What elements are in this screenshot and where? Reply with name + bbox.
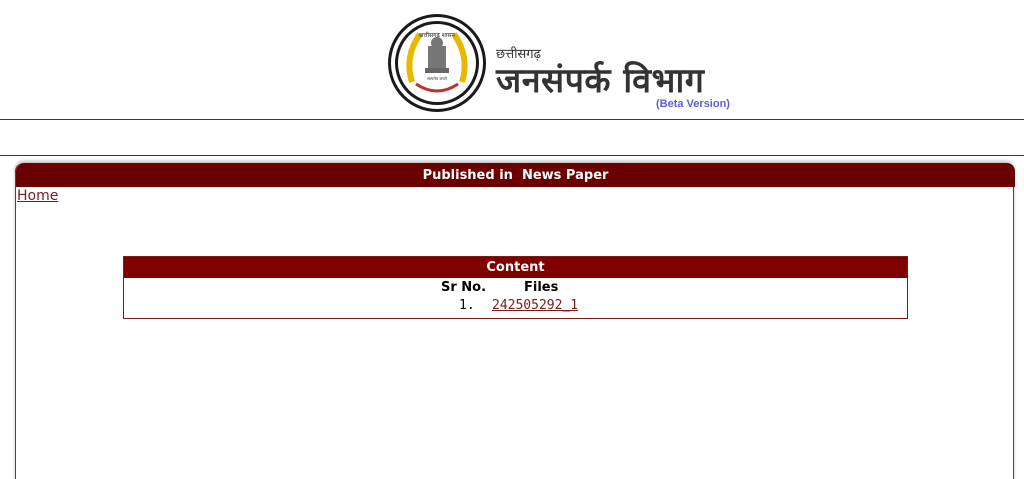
row-sr-no: 1. xyxy=(459,298,475,313)
panel-title: Published in News Paper xyxy=(16,163,1015,187)
table-row: 1. 242505292_1 xyxy=(124,297,907,315)
published-panel: Published in News Paper Home Content Sr … xyxy=(15,163,1015,479)
content-table-header-row: Sr No. Files xyxy=(124,279,907,297)
beta-version-label: (Beta Version) xyxy=(656,98,730,110)
col-sr-no: Sr No. xyxy=(441,280,487,295)
state-emblem-logo: छत्तीसगढ़ शासन सत्यमेव जयते xyxy=(382,12,492,114)
content-table: Content Sr No. Files 1. 242505292_1 xyxy=(123,256,908,319)
col-files: Files xyxy=(524,280,559,295)
site-title: छत्तीसगढ़ जनसंपर्क विभाग (Beta Version) xyxy=(496,44,756,114)
site-header: छत्तीसगढ़ शासन सत्यमेव जयते छत्तीसगढ़ जन… xyxy=(0,0,1024,118)
file-link[interactable]: 242505292_1 xyxy=(492,298,578,313)
emblem-bottom-text: सत्यमेव जयते xyxy=(427,76,447,81)
header-divider-bottom xyxy=(0,155,1024,156)
department-name: जनसंपर्क विभाग xyxy=(496,61,705,101)
home-link[interactable]: Home xyxy=(17,188,58,204)
emblem-top-text: छत्तीसगढ़ शासन xyxy=(419,31,455,39)
content-table-title: Content xyxy=(124,257,907,278)
header-divider-top xyxy=(0,119,1024,120)
